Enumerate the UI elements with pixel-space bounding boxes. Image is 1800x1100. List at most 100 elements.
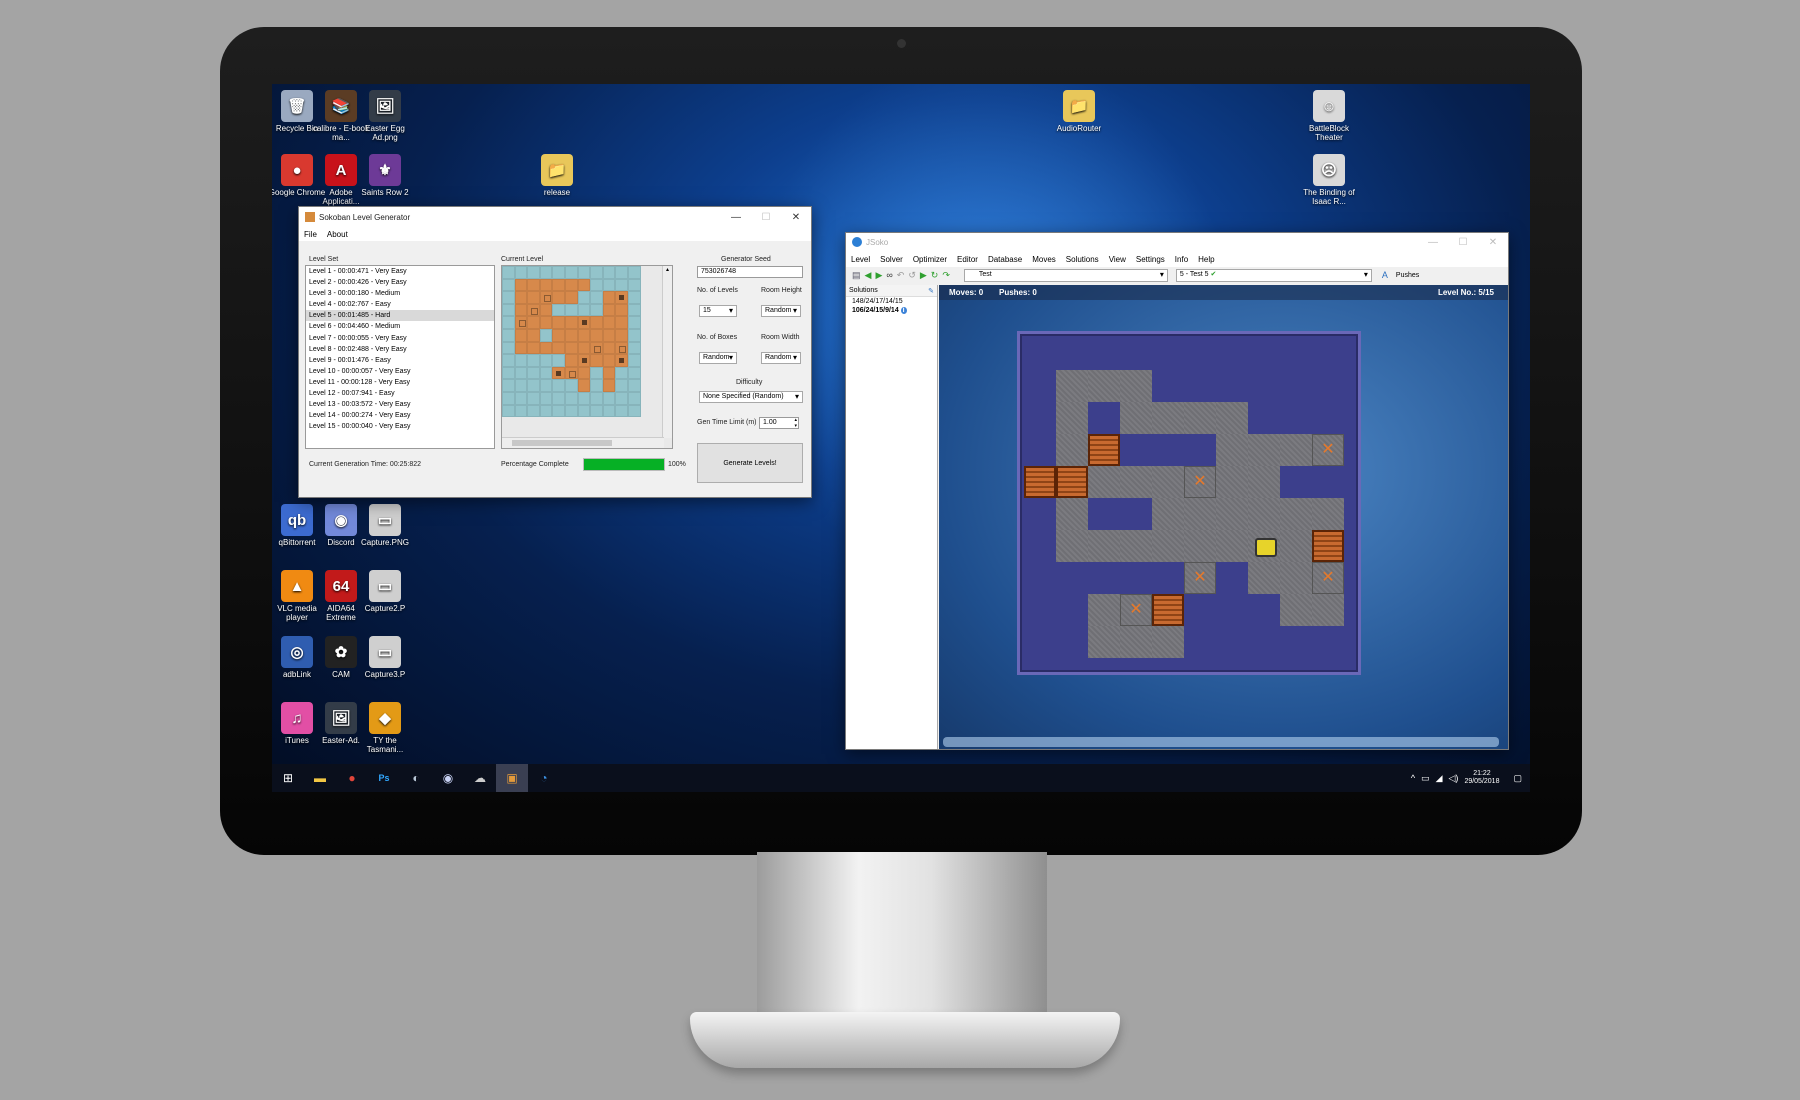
- volume-icon[interactable]: ◁): [1449, 773, 1459, 784]
- preview-wall: [502, 404, 515, 418]
- sokoban-generator-icon[interactable]: ▣: [496, 764, 528, 792]
- font-size-icon[interactable]: A: [1382, 270, 1388, 280]
- num-levels-select[interactable]: 15: [699, 305, 737, 317]
- redo-all-icon[interactable]: ↷: [942, 270, 950, 281]
- photoshop-icon[interactable]: Ps: [368, 764, 400, 792]
- steam-link-icon[interactable]: ☁: [464, 764, 496, 792]
- level-set-list[interactable]: Level 1 - 00:00:471 - Very Easy Level 2 -…: [305, 265, 495, 449]
- menu-about[interactable]: About: [322, 230, 353, 239]
- desktop-icon-capture-png[interactable]: ▭ Capture.PNG: [356, 504, 414, 547]
- close-button[interactable]: ✕: [1478, 237, 1508, 248]
- file-explorer-icon[interactable]: ▬: [304, 764, 336, 792]
- preview-wall: [602, 266, 616, 279]
- room-height-select[interactable]: Random: [761, 305, 801, 317]
- level-list-item[interactable]: Level 10 - 00:00:057 - Very Easy: [306, 366, 494, 377]
- desktop-icon-the-binding-of-isaac-r[interactable]: ☹ The Binding of Isaac R...: [1300, 154, 1358, 206]
- preview-horizontal-scrollbar[interactable]: [502, 437, 664, 448]
- generator-titlebar[interactable]: Sokoban Level Generator — ☐ ✕: [299, 207, 811, 227]
- preview-vertical-scrollbar[interactable]: ▴: [662, 266, 672, 438]
- menu-solutions[interactable]: Solutions: [1061, 255, 1104, 264]
- preview-wall: [514, 404, 528, 418]
- desktop-icon-capture3-p[interactable]: ▭ Capture3.P: [356, 636, 414, 679]
- desktop-icon-capture2-p[interactable]: ▭ Capture2.P: [356, 570, 414, 613]
- level-list-item[interactable]: Level 12 - 00:07:941 - Easy: [306, 388, 494, 399]
- level-list-item[interactable]: Level 14 - 00:00:274 - Very Easy: [306, 410, 494, 421]
- minimize-button[interactable]: —: [721, 212, 751, 223]
- level-list-item[interactable]: Level 15 - 00:00:040 - Very Easy: [306, 421, 494, 432]
- level-select[interactable]: 5 - Test 5 ✔: [1175, 268, 1372, 282]
- level-list-item[interactable]: Level 3 - 00:00:180 - Medium: [306, 288, 494, 299]
- next-level-icon[interactable]: ▶: [875, 270, 882, 281]
- menu-settings[interactable]: Settings: [1131, 255, 1170, 264]
- menu-optimizer[interactable]: Optimizer: [908, 255, 952, 264]
- clock[interactable]: 21:22 29/05/2018: [1464, 770, 1499, 786]
- desktop-icon-release[interactable]: 📁 release: [528, 154, 586, 197]
- gen-time-spinner[interactable]: 1.00 ▴ ▾: [759, 417, 799, 429]
- preview-wall: [514, 366, 528, 380]
- desktop-icon-saints-row-2[interactable]: ⚜ Saints Row 2: [356, 154, 414, 197]
- level-list-item[interactable]: Level 11 - 00:00:128 - Very Easy: [306, 377, 494, 388]
- action-center-icon[interactable]: ▢: [1513, 773, 1522, 784]
- tray-chevron-icon[interactable]: ^: [1411, 773, 1415, 783]
- generator-seed-input[interactable]: 753026748: [697, 266, 803, 278]
- menu-level[interactable]: Level: [846, 255, 875, 264]
- level-list-item[interactable]: Level 5 - 00:01:485 - Hard: [306, 310, 494, 322]
- menu-moves[interactable]: Moves: [1027, 255, 1061, 264]
- pushes-counter: Pushes: 0: [999, 288, 1037, 297]
- discord-icon[interactable]: ◉: [432, 764, 464, 792]
- sokoban-board[interactable]: ✕ ✕ ✕ ✕ ✕: [1017, 331, 1361, 675]
- game-scrollbar[interactable]: [943, 737, 1499, 747]
- menu-solver[interactable]: Solver: [875, 255, 908, 264]
- menu-view[interactable]: View: [1104, 255, 1131, 264]
- jsoko-titlebar[interactable]: JSoko — ☐ ✕: [846, 233, 1508, 251]
- close-button[interactable]: ✕: [781, 212, 811, 223]
- maximize-button[interactable]: ☐: [751, 212, 781, 223]
- level-list-item[interactable]: Level 1 - 00:00:471 - Very Easy: [306, 266, 494, 277]
- minimize-button[interactable]: —: [1418, 237, 1448, 248]
- menu-help[interactable]: Help: [1193, 255, 1219, 264]
- level-list-item[interactable]: Level 2 - 00:00:426 - Very Easy: [306, 277, 494, 288]
- menu-file[interactable]: File: [299, 230, 322, 239]
- level-list-item[interactable]: Level 7 - 00:00:055 - Very Easy: [306, 333, 494, 344]
- solution-item[interactable]: 106/24/15/9/14 i: [846, 306, 937, 315]
- generate-levels-button[interactable]: Generate Levels!: [697, 443, 803, 483]
- level-list-item[interactable]: Level 4 - 00:02:767 - Easy: [306, 299, 494, 310]
- level-list-item[interactable]: Level 9 - 00:01:476 - Easy: [306, 355, 494, 366]
- level-list-item[interactable]: Level 6 - 00:04:460 - Medium: [306, 321, 494, 332]
- desktop-icon-ty-the-tasmani[interactable]: ◆ TY the Tasmani...: [356, 702, 414, 754]
- level-list-item[interactable]: Level 8 - 00:02:488 - Very Easy: [306, 344, 494, 355]
- maximize-button[interactable]: ☐: [1448, 237, 1478, 248]
- preview-floor: [615, 328, 628, 342]
- network-icon[interactable]: ◢: [1436, 773, 1443, 784]
- solution-item[interactable]: 148/24/17/14/15: [846, 297, 937, 306]
- play-icon[interactable]: ▶: [920, 270, 927, 281]
- chrome-icon[interactable]: ●: [336, 764, 368, 792]
- pushes-toggle[interactable]: Pushes: [1396, 272, 1419, 279]
- battery-icon[interactable]: ▭: [1421, 773, 1430, 784]
- difficulty-select[interactable]: None Specified (Random): [699, 391, 803, 403]
- open-folder-icon[interactable]: ▤: [852, 270, 861, 281]
- steam-icon[interactable]: ◐: [400, 764, 432, 792]
- preview-floor: [577, 366, 591, 380]
- desktop-icon-audiorouter[interactable]: 📁 AudioRouter: [1050, 90, 1108, 133]
- undo-all-icon[interactable]: ↶: [897, 270, 905, 281]
- pin-icon[interactable]: ✎: [928, 287, 934, 295]
- menu-database[interactable]: Database: [983, 255, 1027, 264]
- previous-level-icon[interactable]: ◀: [865, 270, 872, 281]
- level-list-item[interactable]: Level 13 - 00:03:572 - Very Easy: [306, 399, 494, 410]
- desktop-icon-battleblock-theater[interactable]: ☺ BattleBlock Theater: [1300, 90, 1358, 142]
- collection-select[interactable]: Test: [963, 268, 1168, 282]
- undo-icon[interactable]: ↺: [908, 270, 916, 281]
- game-area[interactable]: Moves: 0 Pushes: 0 Level No.: 5/15 ✕ ✕ ✕ ✕ ✕: [939, 285, 1508, 749]
- start-icon[interactable]: ⊞: [272, 764, 304, 792]
- desktop-icon-easter-egg-ad-png[interactable]: 🖼 Easter Egg Ad.png: [356, 90, 414, 142]
- num-boxes-select[interactable]: Random: [699, 352, 737, 364]
- jsoko-icon[interactable]: ◔: [528, 764, 560, 792]
- redo-icon[interactable]: ↻: [931, 270, 939, 281]
- spinner-arrows-icon[interactable]: ▴ ▾: [794, 417, 797, 429]
- binoculars-icon[interactable]: ∞: [886, 270, 892, 280]
- menu-editor[interactable]: Editor: [952, 255, 983, 264]
- menu-info[interactable]: Info: [1170, 255, 1193, 264]
- room-width-select[interactable]: Random: [761, 352, 801, 364]
- preview-wall: [527, 404, 540, 418]
